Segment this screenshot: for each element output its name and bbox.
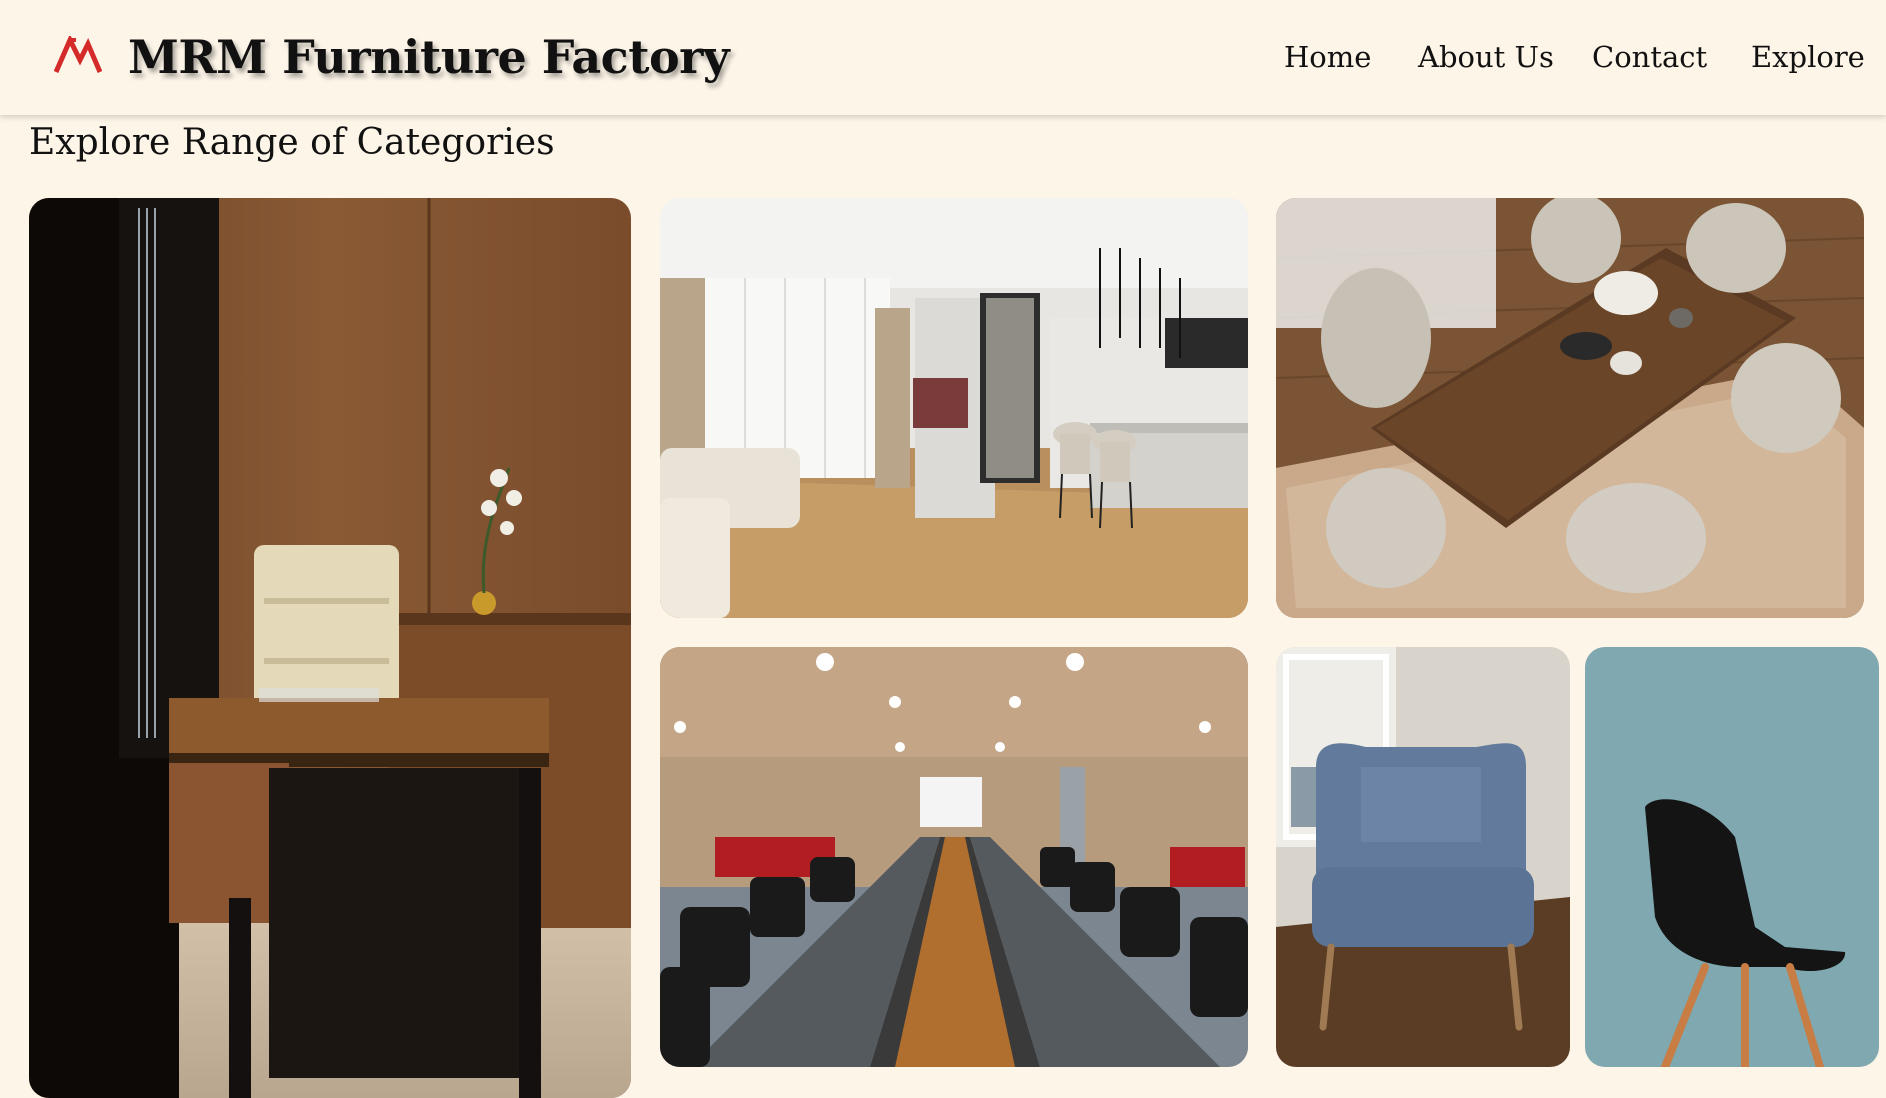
brand-name[interactable]: MRM Furniture Factory [128,30,730,84]
category-dining-image[interactable] [1276,198,1864,618]
nav-home[interactable]: Home [1284,40,1371,74]
navbar: MRM Furniture Factory Home About Us Cont… [0,0,1886,115]
category-armchair-image[interactable] [1276,647,1570,1067]
nav-about-us[interactable]: About Us [1418,40,1554,74]
mrm-logo-icon[interactable] [53,34,103,76]
category-office-image[interactable] [29,198,631,1098]
nav-explore[interactable]: Explore [1751,40,1865,74]
section-title: Explore Range of Categories [29,122,555,163]
category-living-room-image[interactable] [660,198,1248,618]
category-conference-image[interactable] [660,647,1248,1067]
nav-contact[interactable]: Contact [1592,40,1707,74]
category-black-chair-image[interactable] [1585,647,1879,1067]
